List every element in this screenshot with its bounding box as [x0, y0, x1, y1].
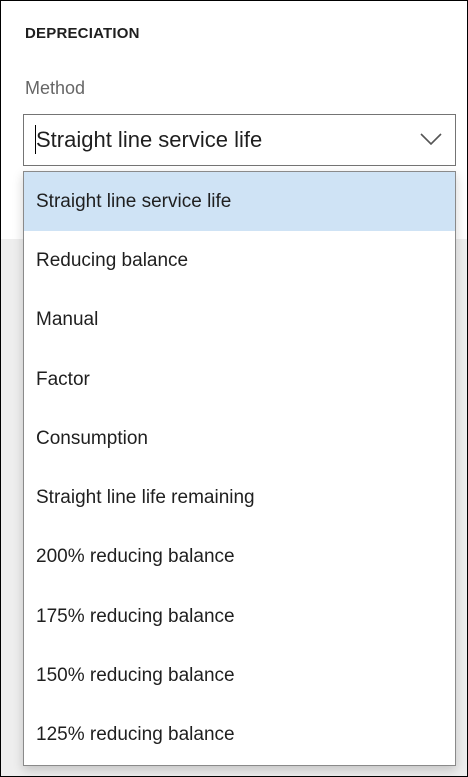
- option-straight-line-service-life[interactable]: Straight line service life: [24, 172, 455, 232]
- option-175-reducing-balance[interactable]: 175% reducing balance: [24, 587, 455, 646]
- option-reducing-balance[interactable]: Reducing balance: [24, 231, 455, 290]
- option-factor[interactable]: Factor: [24, 350, 455, 409]
- method-select[interactable]: Straight line service life: [23, 114, 456, 166]
- option-straight-line-life-remaining[interactable]: Straight line life remaining: [24, 468, 455, 527]
- option-manual[interactable]: Manual: [24, 291, 455, 350]
- method-label: Method: [25, 78, 86, 98]
- option-150-reducing-balance[interactable]: 150% reducing balance: [24, 646, 455, 705]
- option-200-reducing-balance[interactable]: 200% reducing balance: [24, 528, 455, 587]
- depreciation-panel: DEPRECIATION Method Straight line servic…: [0, 0, 468, 777]
- method-select-value: Straight line service life: [36, 127, 263, 152]
- chevron-down-icon[interactable]: [419, 131, 443, 147]
- method-dropdown-list: Straight line service life Reducing bala…: [23, 171, 456, 766]
- option-125-reducing-balance[interactable]: 125% reducing balance: [24, 706, 455, 765]
- section-title: DEPRECIATION: [25, 25, 140, 42]
- option-consumption[interactable]: Consumption: [24, 409, 455, 468]
